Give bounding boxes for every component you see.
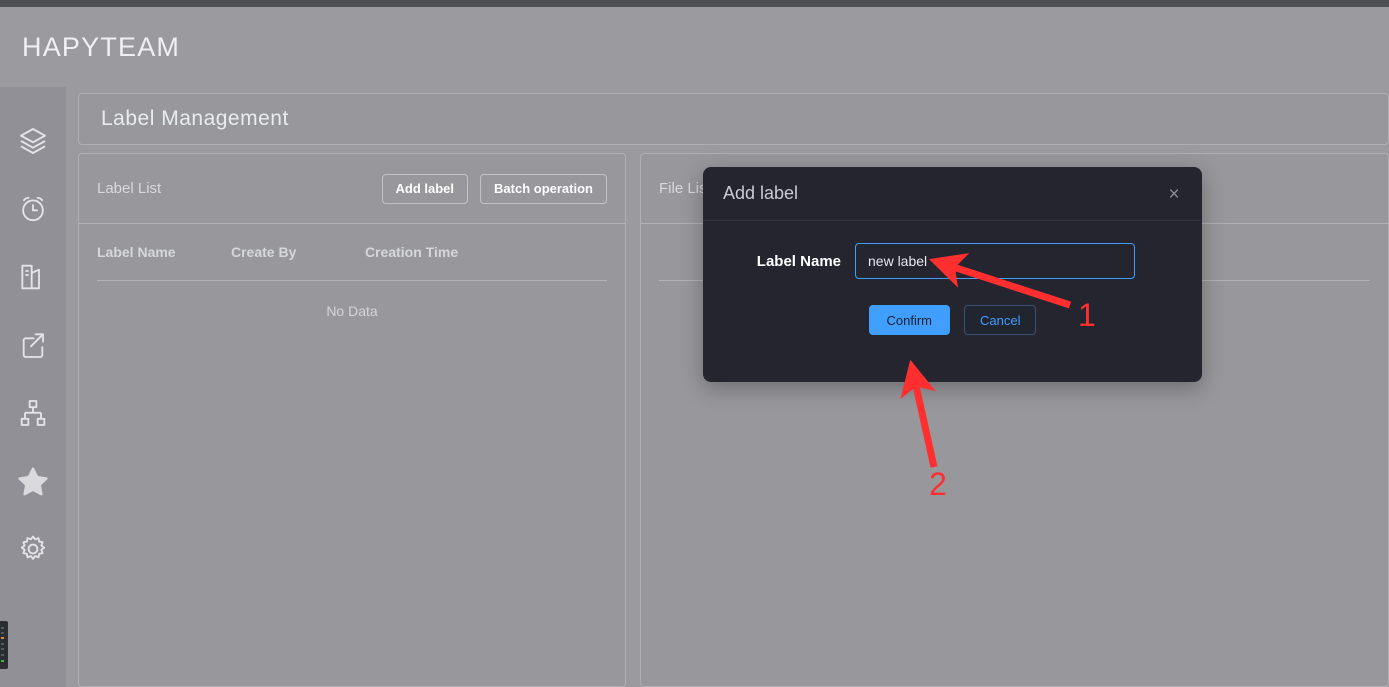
sidebar-item-alarm[interactable] xyxy=(0,175,66,243)
star-icon xyxy=(16,464,50,498)
sidebar-item-layers[interactable] xyxy=(0,107,66,175)
application-root: HAPYTEAM Label Management Label List Add… xyxy=(0,0,1389,687)
label-name-field-label: Label Name xyxy=(756,252,841,270)
dialog-title: Add label xyxy=(723,183,799,203)
dialog-footer: Confirm Cancel xyxy=(725,305,1180,335)
label-list-panel: Label List Add label Batch operation Lab… xyxy=(78,153,626,687)
widget-tick xyxy=(1,648,4,650)
add-label-dialog: Add label × Label Name Confirm Cancel xyxy=(703,167,1202,382)
gear-icon xyxy=(17,533,49,565)
label-table-empty-state: No Data xyxy=(326,303,378,319)
layers-icon xyxy=(17,125,49,157)
sidebar-item-settings[interactable] xyxy=(0,515,66,583)
batch-operation-button[interactable]: Batch operation xyxy=(480,173,607,204)
label-list-title: Label List xyxy=(97,180,162,197)
column-header-creation-time: Creation Time xyxy=(365,244,459,260)
widget-tick-warning xyxy=(1,637,4,639)
label-table: Label Name Create By Creation Time No Da… xyxy=(79,224,625,341)
widget-tick-ok xyxy=(1,660,4,662)
label-list-actions: Add label Batch operation xyxy=(381,173,607,204)
page-title-card: Label Management xyxy=(78,93,1389,145)
add-label-button[interactable]: Add label xyxy=(381,173,469,204)
sidebar-nav xyxy=(0,87,66,687)
widget-tick xyxy=(1,627,4,629)
floating-corner-widget[interactable] xyxy=(0,621,8,669)
browser-chrome-strip xyxy=(0,0,1389,7)
column-header-label-name: Label Name xyxy=(97,244,176,260)
brand-logo-text: HAPYTEAM xyxy=(22,31,181,62)
sidebar-item-statistics[interactable] xyxy=(0,243,66,311)
label-name-input[interactable] xyxy=(855,243,1135,279)
label-name-form-row: Label Name xyxy=(725,243,1180,279)
sidebar-item-favorites[interactable] xyxy=(0,447,66,515)
app-header: HAPYTEAM xyxy=(0,7,1389,87)
sitemap-icon xyxy=(17,397,49,429)
dialog-body: Label Name Confirm Cancel xyxy=(703,221,1202,335)
cancel-button[interactable]: Cancel xyxy=(964,305,1037,335)
widget-tick xyxy=(1,643,4,645)
close-icon[interactable]: × xyxy=(1162,182,1186,206)
dialog-header: Add label × xyxy=(703,167,1202,221)
confirm-button[interactable]: Confirm xyxy=(868,305,951,335)
widget-tick xyxy=(1,654,4,656)
label-table-header-row: Label Name Create By Creation Time xyxy=(79,224,625,280)
building-chart-icon xyxy=(17,261,49,293)
page-title: Label Management xyxy=(101,107,289,130)
label-list-header: Label List Add label Batch operation xyxy=(79,154,625,224)
column-header-create-by: Create By xyxy=(231,244,297,260)
alarm-clock-icon xyxy=(17,193,49,225)
share-export-icon xyxy=(17,329,49,361)
widget-tick xyxy=(1,632,4,634)
sidebar-item-organization[interactable] xyxy=(0,379,66,447)
sidebar-item-share[interactable] xyxy=(0,311,66,379)
